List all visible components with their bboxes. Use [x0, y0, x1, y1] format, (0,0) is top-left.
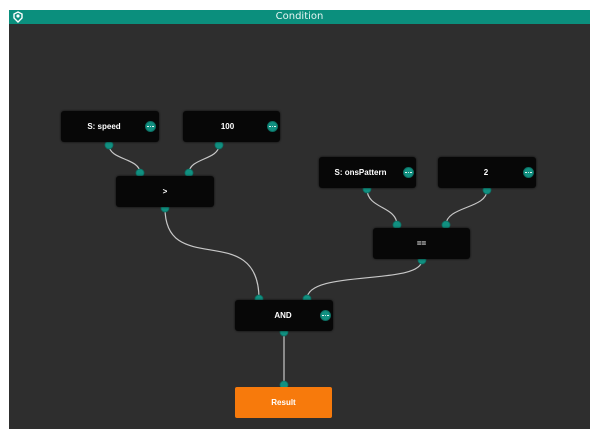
wire-100-to-greater: [188, 144, 220, 174]
wire-pattern-to-equals: [366, 188, 398, 226]
port-speed-out: [104, 140, 114, 150]
window-title: Condition: [275, 11, 324, 22]
wire-speed-to-greater: [108, 144, 141, 174]
more-options-icon[interactable]: [403, 167, 414, 178]
more-options-icon[interactable]: [320, 310, 331, 321]
node-value-2[interactable]: 2: [438, 157, 536, 188]
node-and[interactable]: AND: [235, 300, 333, 331]
wire-equals-to-and: [306, 259, 423, 300]
node-ons-pattern-label: S: onsPattern: [334, 168, 387, 177]
connection-wires: [104, 140, 492, 390]
wire-two-to-equals: [445, 189, 488, 226]
node-equals-label: ==: [416, 239, 427, 248]
node-greater-than[interactable]: >: [116, 176, 214, 207]
more-options-icon[interactable]: [523, 167, 534, 178]
result-node-label: Result: [271, 398, 296, 407]
node-greater-than-label: >: [162, 187, 168, 196]
title-bar: Condition: [9, 10, 590, 24]
node-ons-pattern[interactable]: S: onsPattern: [319, 157, 416, 188]
node-speed[interactable]: S: speed: [61, 111, 159, 142]
wire-greater-to-and: [164, 207, 260, 300]
result-node[interactable]: Result: [235, 387, 332, 418]
port-100-out: [214, 140, 224, 150]
node-and-label: AND: [274, 311, 292, 320]
more-options-icon[interactable]: [267, 121, 278, 132]
node-value-100[interactable]: 100: [183, 111, 280, 142]
condition-editor-window: Condition S: speed 100 > S: onsPattern 2…: [9, 10, 590, 429]
node-value-100-label: 100: [220, 122, 235, 131]
node-graph-canvas[interactable]: S: speed 100 > S: onsPattern 2 == AND Re…: [9, 24, 590, 429]
node-equals[interactable]: ==: [373, 228, 470, 259]
node-value-2-label: 2: [483, 168, 489, 177]
more-options-icon[interactable]: [145, 121, 156, 132]
